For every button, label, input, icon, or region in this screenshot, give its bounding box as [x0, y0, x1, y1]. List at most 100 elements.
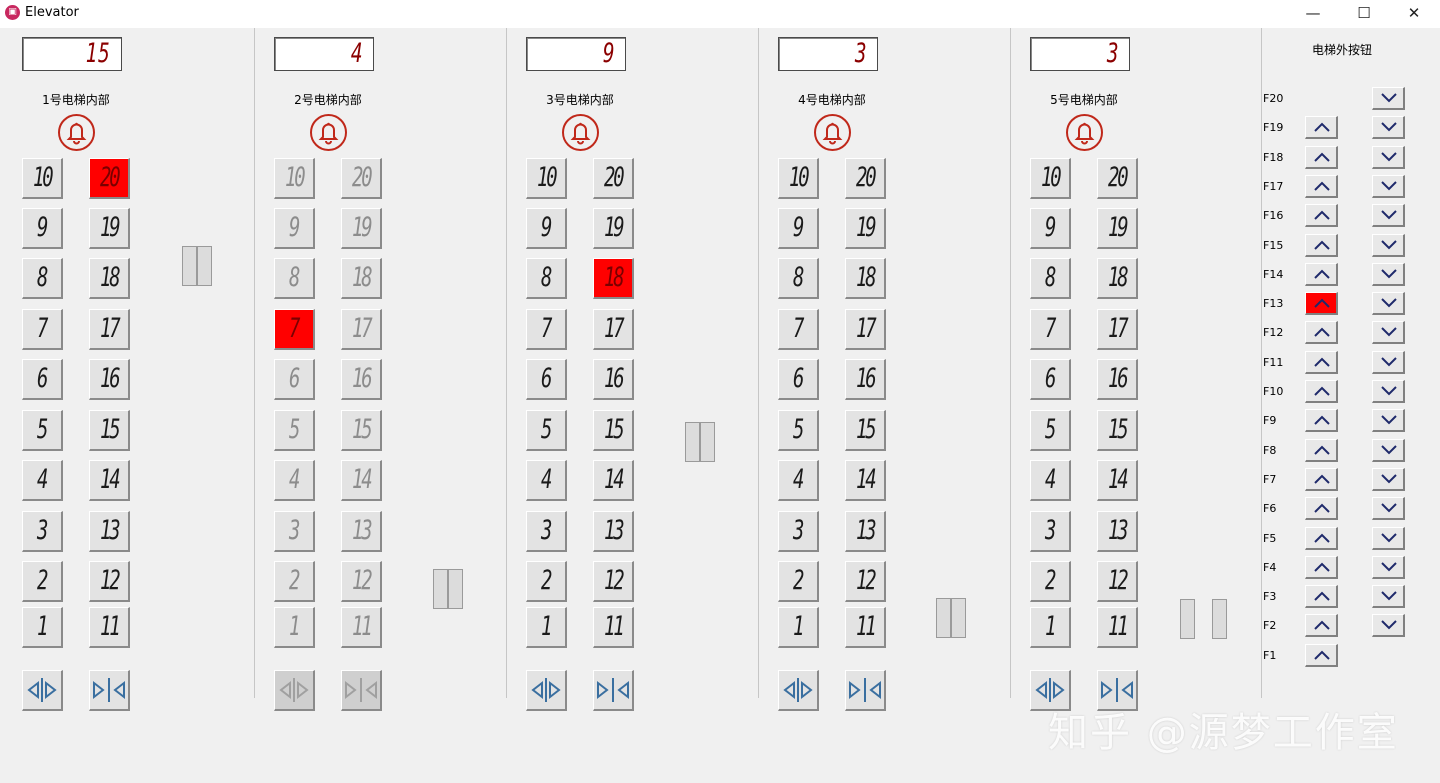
- call-down-button-F7[interactable]: [1372, 467, 1405, 491]
- floor-button-6[interactable]: 6: [1030, 359, 1071, 400]
- floor-button-10[interactable]: 10: [526, 158, 567, 199]
- floor-button-16[interactable]: 16: [1097, 359, 1138, 400]
- floor-button-20[interactable]: 20: [1097, 158, 1138, 199]
- floor-button-4[interactable]: 4: [22, 460, 63, 501]
- call-down-button-F8[interactable]: [1372, 438, 1405, 462]
- call-down-button-F12[interactable]: [1372, 321, 1405, 345]
- floor-button-10[interactable]: 10: [274, 158, 315, 199]
- floor-button-15[interactable]: 15: [1097, 410, 1138, 451]
- call-down-button-F3[interactable]: [1372, 585, 1405, 609]
- floor-button-18[interactable]: 18: [845, 258, 886, 299]
- floor-button-13[interactable]: 13: [89, 511, 130, 552]
- floor-button-20[interactable]: 20: [845, 158, 886, 199]
- floor-button-19[interactable]: 19: [845, 208, 886, 249]
- floor-button-15[interactable]: 15: [341, 410, 382, 451]
- call-up-button-F4[interactable]: [1305, 555, 1338, 579]
- call-down-button-F19[interactable]: [1372, 116, 1405, 140]
- call-up-button-F14[interactable]: [1305, 262, 1338, 286]
- floor-button-19[interactable]: 19: [341, 208, 382, 249]
- call-up-button-F6[interactable]: [1305, 497, 1338, 521]
- floor-button-4[interactable]: 4: [1030, 460, 1071, 501]
- floor-button-3[interactable]: 3: [1030, 511, 1071, 552]
- call-down-button-F5[interactable]: [1372, 526, 1405, 550]
- floor-button-11[interactable]: 11: [341, 607, 382, 648]
- floor-button-1[interactable]: 1: [22, 607, 63, 648]
- floor-button-1[interactable]: 1: [778, 607, 819, 648]
- floor-button-4[interactable]: 4: [778, 460, 819, 501]
- floor-button-3[interactable]: 3: [778, 511, 819, 552]
- floor-button-4[interactable]: 4: [274, 460, 315, 501]
- floor-button-8[interactable]: 8: [1030, 258, 1071, 299]
- minimize-button[interactable]: —: [1290, 0, 1336, 28]
- floor-button-9[interactable]: 9: [526, 208, 567, 249]
- floor-button-2[interactable]: 2: [526, 561, 567, 602]
- floor-button-10[interactable]: 10: [1030, 158, 1071, 199]
- call-down-button-F6[interactable]: [1372, 497, 1405, 521]
- maximize-button[interactable]: ☐: [1341, 0, 1387, 28]
- call-down-button-F14[interactable]: [1372, 262, 1405, 286]
- floor-button-9[interactable]: 9: [274, 208, 315, 249]
- floor-button-13[interactable]: 13: [1097, 511, 1138, 552]
- floor-button-14[interactable]: 14: [593, 460, 634, 501]
- call-down-button-F9[interactable]: [1372, 409, 1405, 433]
- floor-button-19[interactable]: 19: [89, 208, 130, 249]
- call-up-button-F15[interactable]: [1305, 233, 1338, 257]
- call-up-button-F16[interactable]: [1305, 204, 1338, 228]
- floor-button-16[interactable]: 16: [593, 359, 634, 400]
- call-up-button-F17[interactable]: [1305, 174, 1338, 198]
- floor-button-17[interactable]: 17: [89, 309, 130, 350]
- floor-button-15[interactable]: 15: [593, 410, 634, 451]
- floor-button-20[interactable]: 20: [341, 158, 382, 199]
- floor-button-3[interactable]: 3: [274, 511, 315, 552]
- floor-button-8[interactable]: 8: [274, 258, 315, 299]
- floor-button-6[interactable]: 6: [274, 359, 315, 400]
- floor-button-6[interactable]: 6: [778, 359, 819, 400]
- floor-button-7[interactable]: 7: [778, 309, 819, 350]
- call-down-button-F11[interactable]: [1372, 350, 1405, 374]
- floor-button-17[interactable]: 17: [1097, 309, 1138, 350]
- floor-button-2[interactable]: 2: [22, 561, 63, 602]
- floor-button-7[interactable]: 7: [274, 309, 315, 350]
- floor-button-12[interactable]: 12: [341, 561, 382, 602]
- floor-button-8[interactable]: 8: [778, 258, 819, 299]
- floor-button-18[interactable]: 18: [593, 258, 634, 299]
- floor-button-11[interactable]: 11: [89, 607, 130, 648]
- floor-button-13[interactable]: 13: [593, 511, 634, 552]
- floor-button-4[interactable]: 4: [526, 460, 567, 501]
- call-up-button-F18[interactable]: [1305, 145, 1338, 169]
- call-up-button-F5[interactable]: [1305, 526, 1338, 550]
- call-up-button-F7[interactable]: [1305, 467, 1338, 491]
- floor-button-11[interactable]: 11: [1097, 607, 1138, 648]
- call-down-button-F17[interactable]: [1372, 174, 1405, 198]
- floor-button-18[interactable]: 18: [341, 258, 382, 299]
- floor-button-1[interactable]: 1: [274, 607, 315, 648]
- floor-button-1[interactable]: 1: [1030, 607, 1071, 648]
- floor-button-10[interactable]: 10: [778, 158, 819, 199]
- call-down-button-F18[interactable]: [1372, 145, 1405, 169]
- call-up-button-F9[interactable]: [1305, 409, 1338, 433]
- floor-button-6[interactable]: 6: [22, 359, 63, 400]
- floor-button-12[interactable]: 12: [593, 561, 634, 602]
- call-up-button-F13[interactable]: [1305, 292, 1338, 316]
- floor-button-5[interactable]: 5: [1030, 410, 1071, 451]
- call-down-button-F2[interactable]: [1372, 614, 1405, 638]
- call-up-button-F11[interactable]: [1305, 350, 1338, 374]
- floor-button-12[interactable]: 12: [89, 561, 130, 602]
- bell-icon[interactable]: [562, 114, 599, 151]
- floor-button-15[interactable]: 15: [89, 410, 130, 451]
- floor-button-16[interactable]: 16: [341, 359, 382, 400]
- floor-button-8[interactable]: 8: [526, 258, 567, 299]
- bell-icon[interactable]: [1066, 114, 1103, 151]
- floor-button-6[interactable]: 6: [526, 359, 567, 400]
- floor-button-5[interactable]: 5: [22, 410, 63, 451]
- call-up-button-F19[interactable]: [1305, 116, 1338, 140]
- floor-button-11[interactable]: 11: [845, 607, 886, 648]
- call-down-button-F16[interactable]: [1372, 204, 1405, 228]
- floor-button-12[interactable]: 12: [845, 561, 886, 602]
- floor-button-18[interactable]: 18: [89, 258, 130, 299]
- floor-button-15[interactable]: 15: [845, 410, 886, 451]
- floor-button-17[interactable]: 17: [341, 309, 382, 350]
- floor-button-10[interactable]: 10: [22, 158, 63, 199]
- floor-button-5[interactable]: 5: [526, 410, 567, 451]
- bell-icon[interactable]: [814, 114, 851, 151]
